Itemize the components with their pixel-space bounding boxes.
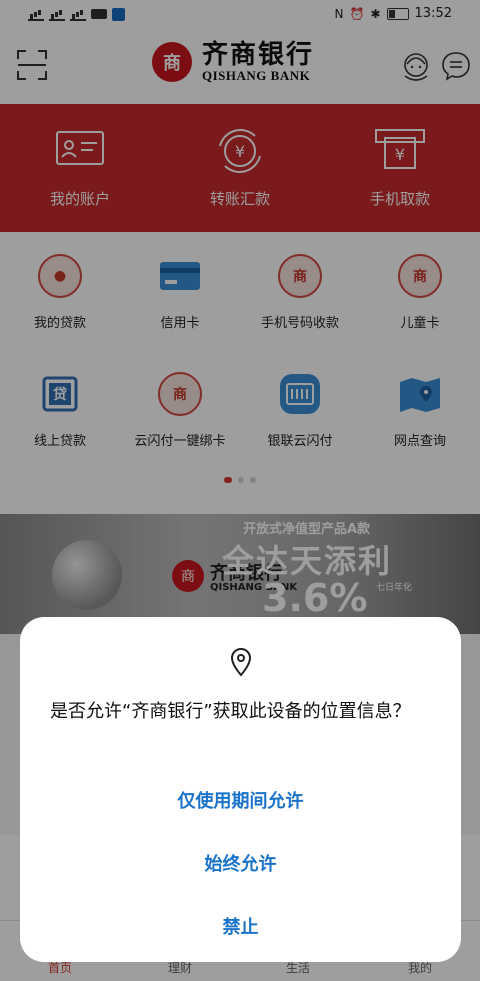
location-pin-icon xyxy=(230,647,252,677)
always-allow-button[interactable]: 始终允许 xyxy=(20,850,461,876)
location-permission-dialog: 是否允许“齐商银行”获取此设备的位置信息？ 仅使用期间允许 始终允许 禁止 xyxy=(20,617,461,962)
dialog-message: 是否允许“齐商银行”获取此设备的位置信息？ xyxy=(50,701,411,722)
deny-button[interactable]: 禁止 xyxy=(20,913,461,939)
allow-while-using-button[interactable]: 仅使用期间允许 xyxy=(20,787,461,813)
app-screen: N ⏰ ✱ 13:52 商 齐商银行 QISHANG BANK 我的账户 ¥ 转… xyxy=(0,0,480,981)
